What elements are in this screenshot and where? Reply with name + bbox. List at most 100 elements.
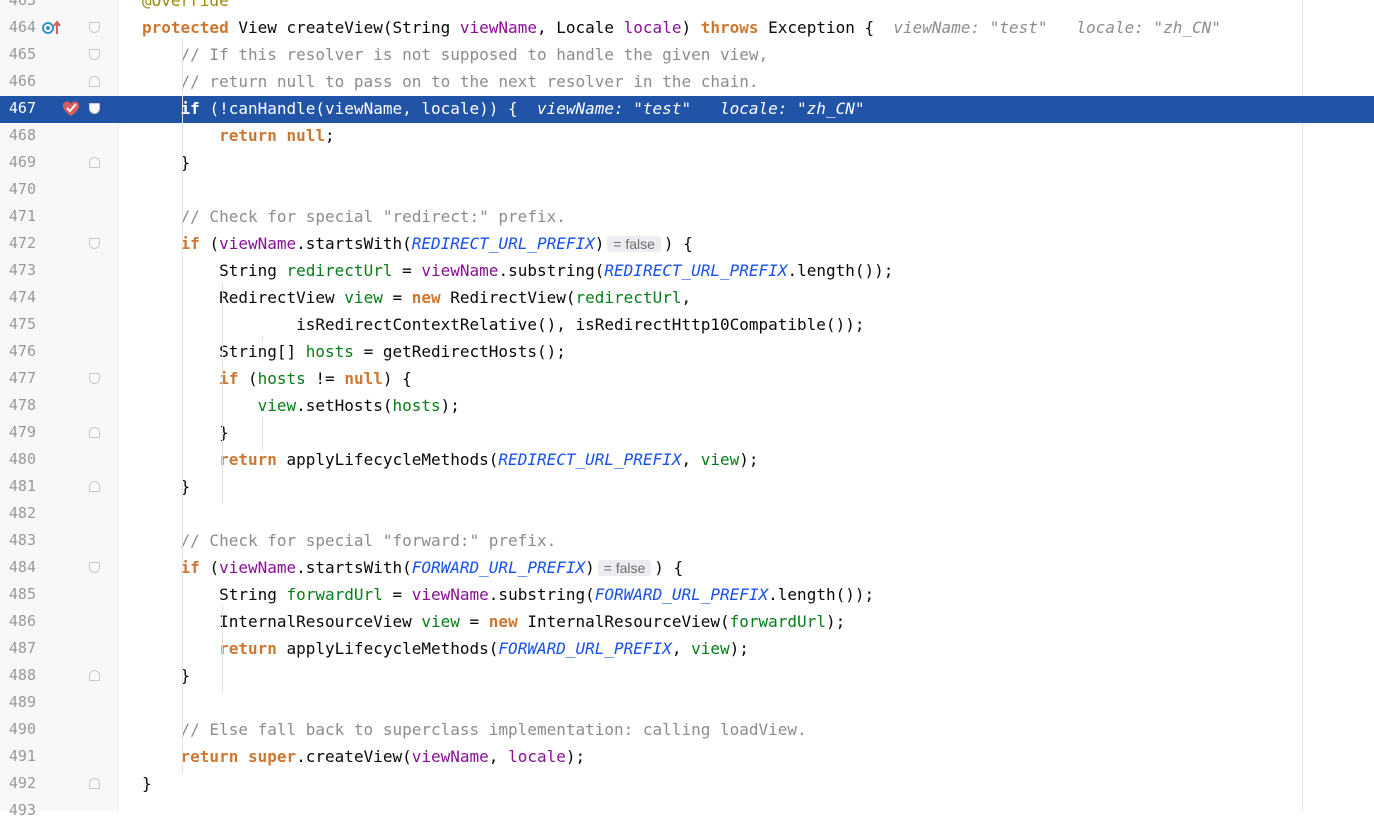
code-line-row[interactable]: 481 }	[0, 474, 1374, 501]
code-line-row[interactable]: 472 if (viewName.startsWith(REDIRECT_URL…	[0, 231, 1374, 258]
code-line-row[interactable]: 469 }	[0, 150, 1374, 177]
code-line-row[interactable]: 478 view.setHosts(hosts);	[0, 393, 1374, 420]
code-text[interactable]: return super.createView(viewName, locale…	[142, 747, 586, 767]
code-editor[interactable]: 463 @Override 464 protected View createView…	[0, 0, 1374, 819]
line-number[interactable]: 477	[0, 369, 36, 387]
code-line-row[interactable]: 468 return null;	[0, 123, 1374, 150]
line-number[interactable]: 480	[0, 450, 36, 468]
line-number[interactable]: 473	[0, 261, 36, 279]
code-line-row[interactable]: 473 String redirectUrl = viewName.substr…	[0, 258, 1374, 285]
code-text[interactable]: String redirectUrl = viewName.substring(…	[142, 261, 893, 281]
line-number[interactable]: 472	[0, 234, 36, 252]
line-number[interactable]: 469	[0, 153, 36, 171]
line-number[interactable]: 486	[0, 612, 36, 630]
code-text[interactable]: protected View createView(String viewNam…	[142, 18, 1221, 38]
code-line-row[interactable]: 489	[0, 690, 1374, 717]
line-number[interactable]: 471	[0, 207, 36, 225]
line-number[interactable]: 470	[0, 180, 36, 198]
code-line-row[interactable]: 467 if (!canHandle(viewName, locale)) { …	[0, 96, 1374, 123]
fold-end-marker-icon[interactable]	[89, 778, 100, 789]
code-text[interactable]: view.setHosts(hosts);	[142, 396, 460, 416]
line-number[interactable]: 463	[0, 0, 36, 9]
line-number[interactable]: 464	[0, 18, 36, 36]
code-line-row[interactable]: 491 return super.createView(viewName, lo…	[0, 744, 1374, 771]
line-number[interactable]: 487	[0, 639, 36, 657]
line-number[interactable]: 492	[0, 774, 36, 792]
code-text[interactable]: if (!canHandle(viewName, locale)) { view…	[142, 99, 865, 119]
code-line-row[interactable]: 492}	[0, 771, 1374, 798]
fold-expand-marker-icon[interactable]	[89, 238, 100, 249]
code-line-row[interactable]: 465 // If this resolver is not supposed …	[0, 42, 1374, 69]
code-line-row[interactable]: 470	[0, 177, 1374, 204]
code-line-row[interactable]: 490 // Else fall back to superclass impl…	[0, 717, 1374, 744]
line-number[interactable]: 478	[0, 396, 36, 414]
code-text[interactable]: // If this resolver is not supposed to h…	[142, 45, 769, 65]
code-text[interactable]: String[] hosts = getRedirectHosts();	[142, 342, 566, 362]
code-line-row[interactable]: 477 if (hosts != null) {	[0, 366, 1374, 393]
code-line-row[interactable]: 480 return applyLifecycleMethods(REDIREC…	[0, 447, 1374, 474]
code-line-row[interactable]: 466 // return null to pass on to the nex…	[0, 69, 1374, 96]
line-number[interactable]: 465	[0, 45, 36, 63]
line-number[interactable]: 491	[0, 747, 36, 765]
line-number[interactable]: 483	[0, 531, 36, 549]
code-text[interactable]: }	[142, 423, 229, 443]
code-text[interactable]: }	[142, 774, 152, 794]
code-line-row[interactable]: 482	[0, 501, 1374, 528]
code-line-row[interactable]: 483 // Check for special "forward:" pref…	[0, 528, 1374, 555]
code-text[interactable]: // Check for special "forward:" prefix.	[142, 531, 557, 551]
line-number[interactable]: 493	[0, 801, 36, 819]
line-number[interactable]: 485	[0, 585, 36, 603]
code-line-row[interactable]: 493	[0, 798, 1374, 825]
fold-expand-marker-icon[interactable]	[89, 22, 100, 33]
code-text[interactable]: // Check for special "redirect:" prefix.	[142, 207, 566, 227]
code-text[interactable]: if (viewName.startsWith(REDIRECT_URL_PRE…	[142, 234, 693, 254]
code-line-row[interactable]: 486 InternalResourceView view = new Inte…	[0, 609, 1374, 636]
code-line-row[interactable]: 475 isRedirectContextRelative(), isRedir…	[0, 312, 1374, 339]
fold-expand-marker-icon[interactable]	[89, 562, 100, 573]
fold-end-marker-icon[interactable]	[89, 670, 100, 681]
code-line-row[interactable]: 487 return applyLifecycleMethods(FORWARD…	[0, 636, 1374, 663]
line-number[interactable]: 475	[0, 315, 36, 333]
code-text[interactable]: if (viewName.startsWith(FORWARD_URL_PREF…	[142, 558, 684, 578]
fold-end-marker-icon[interactable]	[89, 481, 100, 492]
code-text[interactable]: @Override	[142, 0, 229, 11]
line-number[interactable]: 489	[0, 693, 36, 711]
code-line-row[interactable]: 484 if (viewName.startsWith(FORWARD_URL_…	[0, 555, 1374, 582]
code-text[interactable]: isRedirectContextRelative(), isRedirectH…	[142, 315, 864, 335]
code-line-row[interactable]: 485 String forwardUrl = viewName.substri…	[0, 582, 1374, 609]
fold-expand-marker-icon[interactable]	[89, 103, 100, 114]
line-number[interactable]: 467	[0, 99, 36, 117]
line-number[interactable]: 484	[0, 558, 36, 576]
line-number[interactable]: 481	[0, 477, 36, 495]
line-number[interactable]: 490	[0, 720, 36, 738]
line-number[interactable]: 474	[0, 288, 36, 306]
code-text[interactable]: return applyLifecycleMethods(REDIRECT_UR…	[142, 450, 758, 470]
fold-end-marker-icon[interactable]	[89, 427, 100, 438]
fold-end-marker-icon[interactable]	[89, 157, 100, 168]
fold-expand-marker-icon[interactable]	[89, 49, 100, 60]
breakpoint-check-icon[interactable]	[62, 100, 80, 118]
code-text[interactable]: return applyLifecycleMethods(FORWARD_URL…	[142, 639, 749, 659]
line-number[interactable]: 466	[0, 72, 36, 90]
override-method-icon[interactable]	[42, 19, 64, 37]
line-number[interactable]: 479	[0, 423, 36, 441]
line-number[interactable]: 488	[0, 666, 36, 684]
code-line-row[interactable]: 488 }	[0, 663, 1374, 690]
code-text[interactable]: RedirectView view = new RedirectView(red…	[142, 288, 691, 308]
code-text[interactable]: InternalResourceView view = new Internal…	[142, 612, 845, 632]
line-number[interactable]: 476	[0, 342, 36, 360]
code-line-row[interactable]: 464 protected View createView(String view…	[0, 15, 1374, 42]
code-line-row[interactable]: 474 RedirectView view = new RedirectView…	[0, 285, 1374, 312]
code-text[interactable]: // Else fall back to superclass implemen…	[142, 720, 807, 740]
code-line-row[interactable]: 463 @Override	[0, 0, 1374, 15]
code-line-row[interactable]: 479 }	[0, 420, 1374, 447]
line-number[interactable]: 468	[0, 126, 36, 144]
fold-expand-marker-icon[interactable]	[89, 373, 100, 384]
fold-end-marker-icon[interactable]	[89, 76, 100, 87]
code-text[interactable]: return null;	[142, 126, 335, 146]
line-number[interactable]: 482	[0, 504, 36, 522]
code-text[interactable]: String forwardUrl = viewName.substring(F…	[142, 585, 874, 605]
code-line-row[interactable]: 471 // Check for special "redirect:" pre…	[0, 204, 1374, 231]
code-text[interactable]: // return null to pass on to the next re…	[142, 72, 759, 92]
code-line-row[interactable]: 476 String[] hosts = getRedirectHosts();	[0, 339, 1374, 366]
